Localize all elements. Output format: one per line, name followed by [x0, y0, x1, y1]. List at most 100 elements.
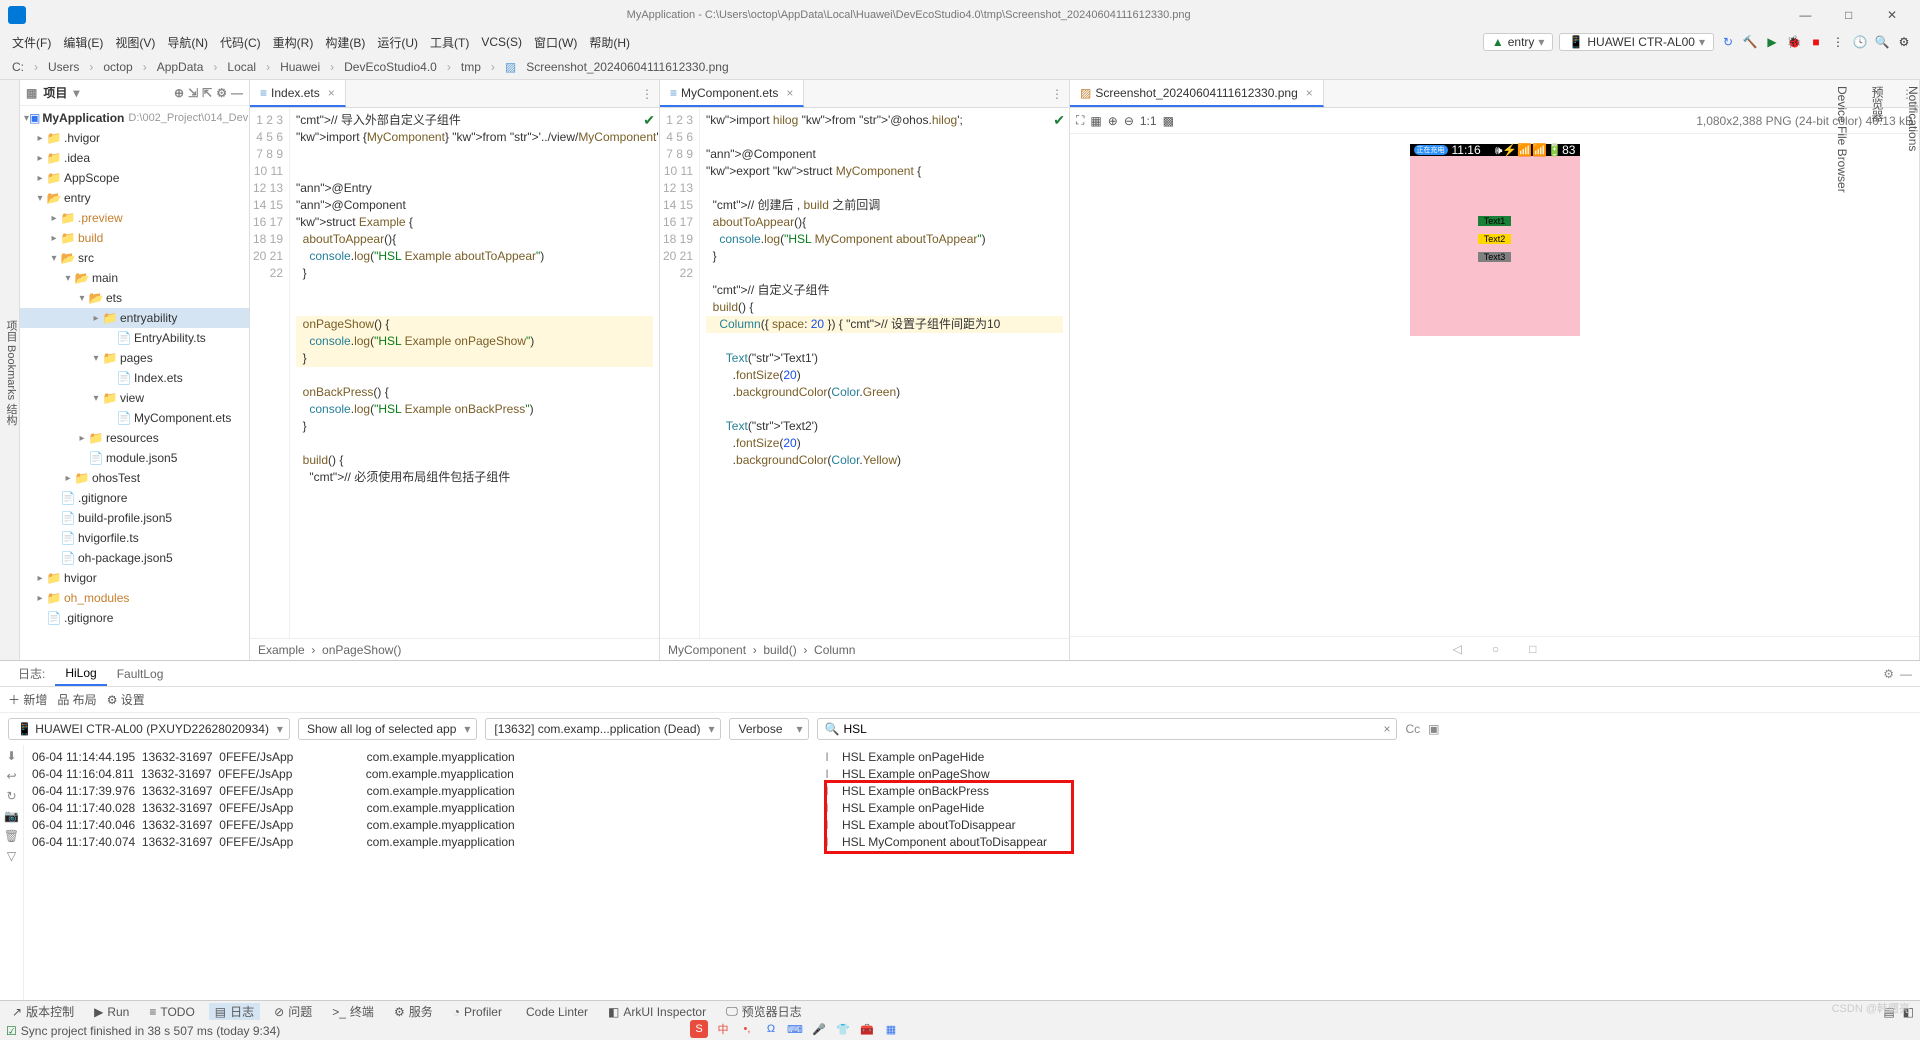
- cn-icon[interactable]: 中: [714, 1020, 732, 1038]
- close-icon[interactable]: ×: [1306, 86, 1313, 100]
- screenshot-icon[interactable]: 📷: [4, 809, 19, 823]
- tree-node[interactable]: ▾📂entry: [20, 188, 249, 208]
- log-tab[interactable]: FaultLog: [107, 663, 174, 685]
- right-tab[interactable]: 预览器: [1869, 86, 1886, 193]
- menu-item[interactable]: 帮助(H): [585, 32, 634, 53]
- statusbar-item[interactable]: ↗版本控制: [6, 1003, 80, 1020]
- tab-index-ets[interactable]: ≡Index.ets×: [250, 80, 346, 107]
- wrap-icon[interactable]: ↩: [6, 769, 16, 783]
- grid-icon[interactable]: ▦: [882, 1020, 900, 1038]
- editor-menu-icon[interactable]: ⋮: [1045, 87, 1069, 101]
- log-tool[interactable]: ⚙ 设置: [107, 691, 145, 708]
- cc-button[interactable]: Cc: [1405, 722, 1420, 736]
- statusbar-item[interactable]: ⊘问题: [268, 1003, 318, 1020]
- close-button[interactable]: ✕: [1872, 8, 1912, 22]
- statusbar-item[interactable]: >_终端: [326, 1003, 380, 1020]
- tree-node[interactable]: ▸📁.idea: [20, 148, 249, 168]
- tree-node[interactable]: 📄.gitignore: [20, 488, 249, 508]
- gear-icon[interactable]: ⚙: [1883, 667, 1894, 681]
- statusbar-item[interactable]: ◧ArkUI Inspector: [602, 1005, 712, 1019]
- statusbar-item[interactable]: ◔Profiler: [447, 1005, 508, 1019]
- nav-home-icon[interactable]: ○: [1492, 642, 1499, 656]
- breadcrumb-item[interactable]: AppData: [153, 60, 208, 74]
- filter-icon[interactable]: ▽: [7, 849, 16, 863]
- left-tool-strip[interactable]: 项目 Bookmarks 结构: [0, 80, 20, 660]
- trash-icon[interactable]: 🗑: [4, 829, 19, 843]
- nav-back-icon[interactable]: ◁: [1453, 642, 1462, 656]
- debug-icon[interactable]: 🐞: [1786, 34, 1802, 50]
- tree-node[interactable]: ▾📁pages: [20, 348, 249, 368]
- scroll-end-icon[interactable]: ⬇: [6, 749, 16, 763]
- tree-node[interactable]: ▸📁hvigor: [20, 568, 249, 588]
- breadcrumb-item[interactable]: C:: [8, 60, 28, 74]
- tree-node[interactable]: ▸📁build: [20, 228, 249, 248]
- breadcrumb-item[interactable]: Local: [223, 60, 260, 74]
- breadcrumb-item[interactable]: Huawei: [276, 60, 324, 74]
- tab-screenshot[interactable]: ▨Screenshot_20240604111612330.png×: [1070, 80, 1324, 107]
- expand-icon[interactable]: ⇱: [202, 86, 212, 100]
- breadcrumb-item[interactable]: DevEcoStudio4.0: [340, 60, 441, 74]
- right-tool-strip[interactable]: Notifications预览器Device File Browser: [1900, 80, 1920, 193]
- more-icon[interactable]: ⋮: [1830, 34, 1846, 50]
- menu-item[interactable]: 视图(V): [111, 32, 159, 53]
- keyboard-icon[interactable]: ⌨: [786, 1020, 804, 1038]
- run-icon[interactable]: ▶: [1764, 34, 1780, 50]
- tree-node[interactable]: 📄Index.ets: [20, 368, 249, 388]
- restart-icon[interactable]: ↻: [6, 789, 16, 803]
- statusbar-item[interactable]: Code Linter: [516, 1005, 594, 1019]
- menu-item[interactable]: 导航(N): [163, 32, 212, 53]
- tree-node[interactable]: ▸📁oh_modules: [20, 588, 249, 608]
- breadcrumb-item[interactable]: Screenshot_20240604111612330.png: [522, 60, 732, 74]
- level-filter[interactable]: Verbose: [729, 718, 809, 740]
- statusbar-item[interactable]: ⚙服务: [388, 1003, 439, 1020]
- tree-node[interactable]: ▾📂main: [20, 268, 249, 288]
- log-tool[interactable]: ＋ 新增: [8, 691, 47, 708]
- close-icon[interactable]: ×: [786, 86, 793, 100]
- tree-node[interactable]: ▾📁view: [20, 388, 249, 408]
- clock-icon[interactable]: 🕓: [1852, 34, 1868, 50]
- tree-node[interactable]: 📄.gitignore: [20, 608, 249, 628]
- tree-node[interactable]: ▸📁.preview: [20, 208, 249, 228]
- statusbar-item[interactable]: ▶Run: [88, 1005, 135, 1019]
- menu-item[interactable]: 代码(C): [216, 32, 265, 53]
- stop-icon[interactable]: ■: [1808, 34, 1824, 50]
- menu-item[interactable]: 构建(B): [321, 32, 369, 53]
- breadcrumb-item[interactable]: tmp: [457, 60, 485, 74]
- tree-node[interactable]: ▸📁AppScope: [20, 168, 249, 188]
- right-tab[interactable]: Device File Browser: [1835, 86, 1849, 193]
- close-icon[interactable]: ×: [328, 86, 335, 100]
- run-config-selector[interactable]: ▲entry▾: [1483, 33, 1554, 51]
- breadcrumb-item[interactable]: octop: [99, 60, 136, 74]
- breadcrumb-item[interactable]: Users: [44, 60, 83, 74]
- menu-item[interactable]: 运行(U): [373, 32, 422, 53]
- nav-recent-icon[interactable]: □: [1529, 642, 1536, 656]
- tree-node[interactable]: 📄oh-package.json5: [20, 548, 249, 568]
- search-icon[interactable]: 🔍: [1874, 34, 1890, 50]
- tree-node[interactable]: ▸📁entryability: [20, 308, 249, 328]
- right-tab[interactable]: Notifications: [1906, 86, 1920, 193]
- tree-node[interactable]: 📄module.json5: [20, 448, 249, 468]
- tree-node[interactable]: 📄EntryAbility.ts: [20, 328, 249, 348]
- grid-icon[interactable]: ▦: [1090, 114, 1101, 128]
- skin-icon[interactable]: 👕: [834, 1020, 852, 1038]
- device-filter[interactable]: 📱 HUAWEI CTR-AL00 (PXUYD22628020934): [8, 718, 290, 740]
- process-filter[interactable]: [13632] com.examp...pplication (Dead): [485, 718, 721, 740]
- gear-icon[interactable]: ⚙: [1896, 34, 1912, 50]
- log-search[interactable]: 🔍×: [817, 718, 1397, 740]
- log-tool[interactable]: 品 布局: [57, 691, 96, 708]
- statusbar-item[interactable]: ▤日志: [209, 1003, 260, 1020]
- punct-icon[interactable]: •,: [738, 1020, 756, 1038]
- menu-item[interactable]: 文件(F): [8, 32, 55, 53]
- tree-node[interactable]: 📄MyComponent.ets: [20, 408, 249, 428]
- minimize-button[interactable]: —: [1785, 8, 1825, 22]
- log-tab[interactable]: 日志:: [8, 661, 55, 686]
- hide-icon[interactable]: —: [1900, 667, 1912, 681]
- tree-node[interactable]: ▾📂src: [20, 248, 249, 268]
- fullscreen-icon[interactable]: ⛶: [1076, 113, 1084, 128]
- locate-icon[interactable]: ⊕: [174, 86, 184, 100]
- omega-icon[interactable]: Ω: [762, 1020, 780, 1038]
- maximize-button[interactable]: □: [1829, 8, 1869, 22]
- menu-item[interactable]: 重构(R): [269, 32, 318, 53]
- tree-node[interactable]: 📄build-profile.json5: [20, 508, 249, 528]
- menu-item[interactable]: 窗口(W): [530, 32, 581, 53]
